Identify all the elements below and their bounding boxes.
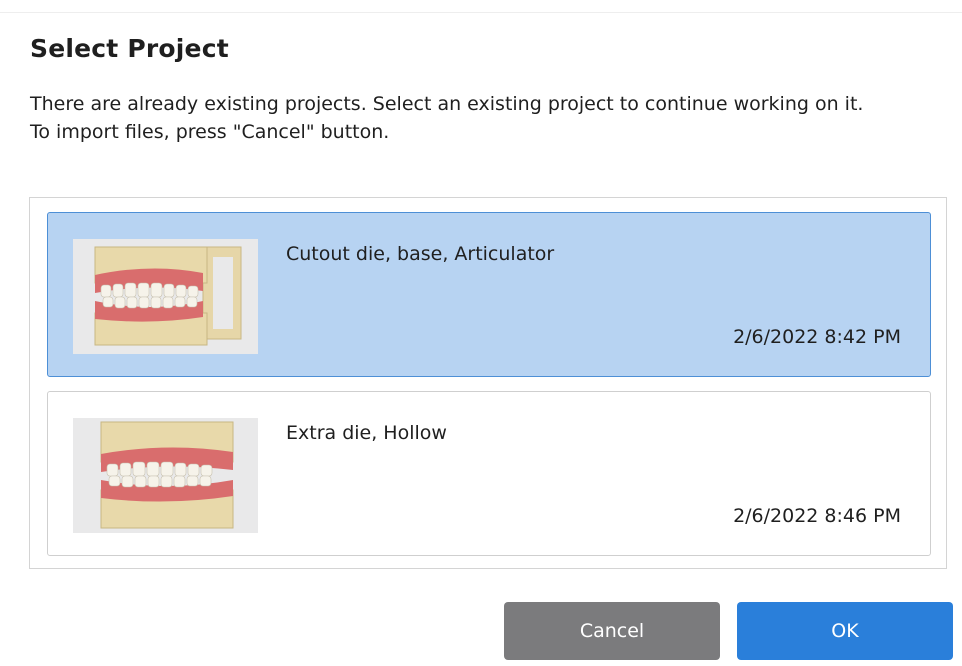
dialog-top-border (0, 0, 962, 13)
cancel-button[interactable]: Cancel (504, 602, 720, 660)
description-line-1: There are already existing projects. Sel… (30, 93, 864, 115)
project-date: 2/6/2022 8:42 PM (733, 326, 901, 348)
project-card-cutout-die[interactable]: Cutout die, base, Articulator 2/6/2022 8… (47, 212, 931, 377)
dialog-description: There are already existing projects. Sel… (30, 90, 940, 146)
project-name: Extra die, Hollow (286, 422, 447, 444)
dialog-title: Select Project (30, 34, 229, 63)
ok-button[interactable]: OK (737, 602, 953, 660)
select-project-dialog: Select Project There are already existin… (0, 0, 962, 666)
project-date: 2/6/2022 8:46 PM (733, 505, 901, 527)
dental-model-hollow-thumbnail (73, 418, 258, 533)
dental-model-articulator-thumbnail (73, 239, 258, 354)
description-line-2: To import files, press "Cancel" button. (30, 121, 390, 143)
project-list: Cutout die, base, Articulator 2/6/2022 8… (29, 197, 947, 569)
project-card-extra-die[interactable]: Extra die, Hollow 2/6/2022 8:46 PM (47, 391, 931, 556)
dental-model-thumbnail-svg (73, 239, 258, 354)
project-name: Cutout die, base, Articulator (286, 243, 555, 265)
dental-model-thumbnail-svg (73, 418, 258, 533)
